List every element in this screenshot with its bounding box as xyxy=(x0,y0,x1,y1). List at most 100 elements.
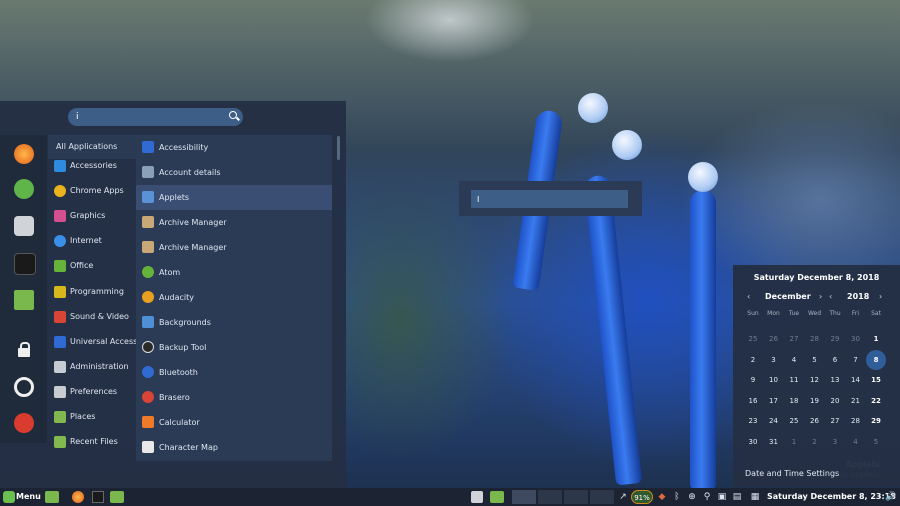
next-year-icon[interactable]: › xyxy=(879,292,882,301)
app-audacity[interactable]: Audacity xyxy=(136,285,332,310)
category-administration[interactable]: Administration xyxy=(48,355,136,379)
calendar-day[interactable]: 17 xyxy=(764,391,784,411)
calendar-day[interactable]: 11 xyxy=(784,370,804,390)
category-graphics[interactable]: Graphics xyxy=(48,204,136,228)
terminal-launcher-icon[interactable] xyxy=(92,491,104,503)
calendar-day[interactable]: 15 xyxy=(866,370,886,390)
mint-update-icon[interactable] xyxy=(14,179,34,199)
calendar-day[interactable]: 9 xyxy=(743,370,763,390)
calendar-day[interactable]: 1 xyxy=(866,329,886,349)
calendar-day[interactable]: 3 xyxy=(764,350,784,370)
workspace-4[interactable] xyxy=(590,490,614,504)
category-chrome-apps[interactable]: Chrome Apps xyxy=(48,179,136,203)
network-icon[interactable]: ↗ xyxy=(618,492,628,502)
category-recent-files[interactable]: Recent Files xyxy=(48,430,136,454)
calendar-day[interactable]: 25 xyxy=(784,411,804,431)
calendar-day[interactable]: 27 xyxy=(825,411,845,431)
calendar-day[interactable]: 13 xyxy=(825,370,845,390)
calendar-day[interactable]: 16 xyxy=(743,391,763,411)
battery-indicator[interactable]: 91% xyxy=(631,490,653,504)
app-backgrounds[interactable]: Backgrounds xyxy=(136,310,332,335)
app-accessibility[interactable]: Accessibility xyxy=(136,135,332,160)
calendar-day[interactable]: 7 xyxy=(846,350,866,370)
calendar-day[interactable]: 29 xyxy=(825,329,845,349)
search-icon[interactable] xyxy=(229,111,237,119)
calendar-day[interactable]: 27 xyxy=(784,329,804,349)
settings-tray-icon[interactable] xyxy=(471,491,483,503)
workspace-2[interactable] xyxy=(538,490,562,504)
panel-clock[interactable]: Saturday December 8, 23:18 xyxy=(767,492,896,501)
calendar-day[interactable]: 14 xyxy=(846,370,866,390)
update-shield-icon[interactable]: ◆ xyxy=(657,492,667,502)
menu-button-label[interactable]: Menu xyxy=(16,492,41,501)
calendar-day[interactable]: 28 xyxy=(846,411,866,431)
category-internet[interactable]: Internet xyxy=(48,229,136,253)
calendar-day[interactable]: 6 xyxy=(825,350,845,370)
location-icon[interactable]: ⚲ xyxy=(702,492,712,502)
run-dialog-input[interactable] xyxy=(471,190,628,208)
calendar-day[interactable]: 4 xyxy=(846,432,866,452)
calendar-day[interactable]: 2 xyxy=(743,350,763,370)
calendar-day[interactable]: 10 xyxy=(764,370,784,390)
calendar-day[interactable]: 1 xyxy=(784,432,804,452)
calendar-day[interactable]: 12 xyxy=(805,370,825,390)
firefox-launcher-icon[interactable] xyxy=(72,491,84,503)
shutdown-icon[interactable] xyxy=(14,413,34,433)
menu-search-box[interactable] xyxy=(68,108,243,126)
calendar-day[interactable]: 23 xyxy=(743,411,763,431)
files-folder-icon[interactable] xyxy=(14,290,34,310)
calendar-day[interactable]: 3 xyxy=(825,432,845,452)
app-atom[interactable]: Atom xyxy=(136,260,332,285)
calendar-day[interactable]: 18 xyxy=(784,391,804,411)
calendar-day[interactable]: 22 xyxy=(866,391,886,411)
calendar-day[interactable]: 30 xyxy=(846,329,866,349)
calendar-day[interactable]: 26 xyxy=(805,411,825,431)
category-places[interactable]: Places xyxy=(48,405,136,429)
category-office[interactable]: Office xyxy=(48,254,136,278)
app-brasero[interactable]: Brasero xyxy=(136,385,332,410)
calendar-day[interactable]: 31 xyxy=(764,432,784,452)
logout-icon[interactable] xyxy=(14,377,34,397)
calendar-day[interactable]: 28 xyxy=(805,329,825,349)
category-preferences[interactable]: Preferences xyxy=(48,380,136,404)
system-settings-icon[interactable] xyxy=(14,216,34,236)
firefox-icon[interactable] xyxy=(14,144,34,164)
calendar-day[interactable]: 21 xyxy=(846,391,866,411)
workspace-1[interactable] xyxy=(512,490,536,504)
calendar-day[interactable]: 4 xyxy=(784,350,804,370)
calendar-day[interactable]: 2 xyxy=(805,432,825,452)
calendar-day[interactable]: 25 xyxy=(743,329,763,349)
category-universal-access[interactable]: Universal Access xyxy=(48,330,137,354)
calendar-day[interactable]: 26 xyxy=(764,329,784,349)
calendar-day[interactable]: 5 xyxy=(866,432,886,452)
app-character-map[interactable]: Character Map xyxy=(136,435,332,460)
calendar-day[interactable]: 20 xyxy=(825,391,845,411)
category-programming[interactable]: Programming xyxy=(48,280,136,304)
printer-icon[interactable]: ▤ xyxy=(732,492,742,502)
show-desktop-icon[interactable] xyxy=(45,491,59,503)
prev-month-icon[interactable]: ‹ xyxy=(747,292,750,301)
app-archive-manager[interactable]: Archive Manager xyxy=(136,210,332,235)
calendar-day[interactable]: 30 xyxy=(743,432,763,452)
app-calculator[interactable]: Calculator xyxy=(136,410,332,435)
category-accessories[interactable]: Accessories xyxy=(48,154,136,178)
lock-screen-icon[interactable] xyxy=(14,340,34,360)
next-month-icon[interactable]: › xyxy=(819,292,822,301)
search-input[interactable] xyxy=(76,110,226,124)
calendar-day[interactable]: 24 xyxy=(764,411,784,431)
terminal-icon[interactable] xyxy=(14,253,36,275)
prev-year-icon[interactable]: ‹ xyxy=(829,292,832,301)
keyboard-icon[interactable]: ▣ xyxy=(717,492,727,502)
notes-icon[interactable]: ▦ xyxy=(750,492,760,502)
app-account-details[interactable]: Account details xyxy=(136,160,332,185)
calendar-day-today[interactable]: 8 xyxy=(866,349,886,370)
date-time-settings-link[interactable]: Date and Time Settings xyxy=(745,469,839,478)
files-launcher-icon[interactable] xyxy=(110,491,124,503)
category-sound-video[interactable]: Sound & Video xyxy=(48,305,136,329)
calendar-day[interactable]: 19 xyxy=(805,391,825,411)
app-list-scrollbar[interactable] xyxy=(337,136,340,160)
mint-menu-icon[interactable] xyxy=(3,491,15,503)
app-backup-tool[interactable]: Backup Tool xyxy=(136,335,332,360)
removable-drives-icon[interactable]: ⊕ xyxy=(687,492,697,502)
bluetooth-tray-icon[interactable]: ᛒ xyxy=(672,492,682,502)
